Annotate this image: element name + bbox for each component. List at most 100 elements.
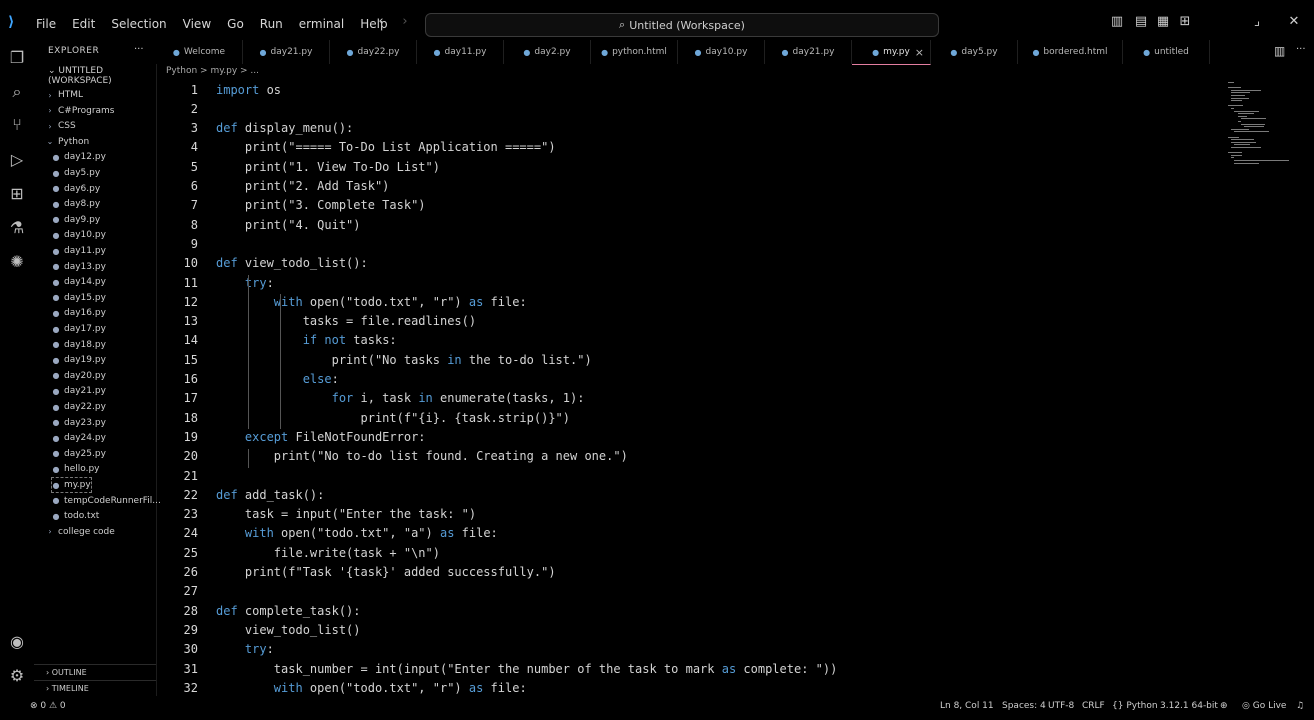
tree-file-item[interactable]: ● day15.py [52, 291, 106, 305]
cursor-position[interactable]: Ln 8, Col 11 [940, 701, 994, 711]
more-actions-icon[interactable]: ··· [134, 44, 144, 55]
tree-folder-item[interactable]: ⌄ Python [46, 135, 90, 149]
code-line[interactable]: 26 print(f"Task '{task}' added successfu… [156, 563, 556, 582]
more-tabs-icon[interactable]: ··· [1296, 44, 1306, 55]
tree-file-item[interactable]: ● day18.py [52, 338, 106, 352]
menu-item[interactable]: View [183, 17, 211, 31]
tree-file-item[interactable]: ● day11.py [52, 244, 106, 258]
code-line[interactable]: 3 def display_menu(): [156, 119, 354, 138]
code-line[interactable]: 8 print("4. Quit") [156, 215, 361, 234]
code-line[interactable]: 19 except FileNotFoundError: [156, 427, 426, 446]
code-line[interactable]: 22 def add_task(): [156, 485, 325, 504]
tree-file-item[interactable]: ● day9.py [52, 213, 101, 227]
indentation-status[interactable]: Spaces: 4 [1002, 701, 1046, 711]
tree-file-item[interactable]: ● day17.py [52, 322, 106, 336]
python-version-status[interactable]: 3.12.1 64-bit [1160, 701, 1218, 711]
timeline-section[interactable]: › TIMELINE [34, 680, 156, 696]
code-line[interactable]: 25 file.write(task + "\n") [156, 543, 440, 562]
split-editor-icon[interactable]: ▥ [1274, 44, 1285, 58]
tree-file-item[interactable]: ● tempCodeRunnerFil... [52, 494, 161, 508]
code-line[interactable]: 31 task_number = int(input("Enter the nu… [156, 659, 838, 678]
code-line[interactable]: 23 task = input("Enter the task: ") [156, 505, 477, 524]
menu-item[interactable]: Edit [72, 17, 95, 31]
tree-file-item[interactable]: ● day20.py [52, 369, 106, 383]
run-debug-icon[interactable]: ▷ [7, 150, 27, 170]
customize-layout-icon[interactable]: ⊞ [1178, 15, 1192, 29]
tree-folder-item[interactable]: › C#Programs [46, 104, 114, 118]
code-line[interactable]: 5 print("1. View To-Do List") [156, 157, 440, 176]
copilot-icon[interactable]: ✺ [7, 252, 27, 272]
tree-file-item[interactable]: ● day23.py [52, 416, 106, 430]
code-editor[interactable]: 1 import os 2 3 def display_menu(): 4 print("… [156, 80, 1314, 696]
forward-arrow-icon[interactable]: › [398, 15, 412, 29]
explorer-icon[interactable]: ❐ [7, 48, 27, 68]
menu-item[interactable]: Selection [111, 17, 166, 31]
go-live-status[interactable]: ◎ Go Live [1242, 701, 1286, 711]
code-line[interactable]: 10 def view_todo_list(): [156, 254, 368, 273]
code-line[interactable]: 27 [156, 582, 216, 601]
tree-folder-item[interactable]: › HTML [46, 88, 83, 102]
tree-file-item[interactable]: ● day24.py [52, 431, 106, 445]
close-tab-icon[interactable]: × [915, 46, 924, 59]
source-control-icon[interactable]: ⑂ [7, 115, 27, 135]
code-line[interactable]: 17 for i, task in enumerate(tasks, 1): [156, 389, 585, 408]
toggle-sidebar-icon[interactable]: ▥ [1110, 15, 1124, 29]
code-line[interactable]: 18 print(f"{i}. {task.strip()}") [156, 408, 570, 427]
editor-tab[interactable]: ● day22.py [330, 40, 417, 64]
problems-status[interactable]: ⊗ 0 ⚠ 0 [30, 701, 66, 711]
code-line[interactable]: 7 print("3. Complete Task") [156, 196, 426, 215]
editor-tab[interactable]: ● day10.py [678, 40, 765, 64]
code-line[interactable]: 11 try: [156, 273, 274, 292]
language-status[interactable]: {} Python [1112, 701, 1158, 711]
tree-file-item[interactable]: ● day10.py [52, 228, 106, 242]
tree-file-item[interactable]: ● hello.py [52, 462, 100, 476]
editor-tab[interactable]: ● python.html [591, 40, 678, 64]
menu-item[interactable]: Go [227, 17, 244, 31]
eol-status[interactable]: CRLF [1082, 701, 1105, 711]
editor-tab[interactable]: ● day5.py [931, 40, 1018, 64]
editor-tab[interactable]: ● day21.py [243, 40, 330, 64]
tree-file-item[interactable]: ● day12.py [52, 150, 106, 164]
tree-file-item[interactable]: ● day6.py [52, 182, 101, 196]
code-line[interactable]: 21 [156, 466, 216, 485]
settings-gear-icon[interactable]: ⚙ [7, 666, 27, 686]
code-line[interactable]: 30 try: [156, 640, 274, 659]
editor-tab[interactable]: ● Welcome [156, 40, 243, 64]
bell-icon[interactable]: ♫ [1296, 701, 1304, 711]
toggle-secondary-sidebar-icon[interactable]: ▦ [1156, 15, 1170, 29]
notifications-icon[interactable]: ⊕ [1220, 701, 1228, 711]
tree-file-item[interactable]: ● my.py [51, 477, 92, 493]
search-icon[interactable]: ⌕ [7, 82, 27, 102]
code-line[interactable]: 13 tasks = file.readlines() [156, 312, 477, 331]
account-icon[interactable]: ◉ [7, 632, 27, 652]
editor-tab[interactable]: ● day2.py [504, 40, 591, 64]
tree-folder-item[interactable]: › college code [46, 525, 114, 539]
code-line[interactable]: 14 if not tasks: [156, 331, 397, 350]
minimize-icon[interactable]: ⌟ [1250, 15, 1264, 29]
editor-tab[interactable]: ● my.py × [852, 40, 931, 65]
tree-file-item[interactable]: ● day25.py [52, 447, 106, 461]
tree-file-item[interactable]: ● day22.py [52, 400, 106, 414]
tree-file-item[interactable]: ● day5.py [52, 166, 101, 180]
code-line[interactable]: 12 with open("todo.txt", "r") as file: [156, 292, 527, 311]
minimap[interactable] [1228, 82, 1289, 172]
code-line[interactable]: 28 def complete_task(): [156, 601, 361, 620]
code-line[interactable]: 9 [156, 234, 216, 253]
code-line[interactable]: 2 [156, 99, 216, 118]
command-center-search[interactable]: ⌕ Untitled (Workspace) [425, 13, 939, 37]
tree-folder-item[interactable]: › CSS [46, 119, 75, 133]
tree-file-item[interactable]: ● day21.py [52, 384, 106, 398]
tree-file-item[interactable]: ● day14.py [52, 275, 106, 289]
menu-item[interactable]: Run [260, 17, 283, 31]
toggle-panel-icon[interactable]: ▤ [1134, 15, 1148, 29]
outline-section[interactable]: › OUTLINE [34, 664, 156, 680]
menu-item[interactable]: File [36, 17, 56, 31]
code-line[interactable]: 15 print("No tasks in the to-do list.") [156, 350, 592, 369]
editor-tab[interactable]: ● bordered.html [1018, 40, 1123, 64]
code-line[interactable]: 4 print("===== To-Do List Application ==… [156, 138, 556, 157]
editor-tab[interactable]: ● day21.py [765, 40, 852, 64]
tree-file-item[interactable]: ● todo.txt [52, 509, 100, 523]
editor-tab[interactable]: ● day11.py [417, 40, 504, 64]
tree-file-item[interactable]: ● day19.py [52, 353, 106, 367]
testing-icon[interactable]: ⚗ [7, 218, 27, 238]
